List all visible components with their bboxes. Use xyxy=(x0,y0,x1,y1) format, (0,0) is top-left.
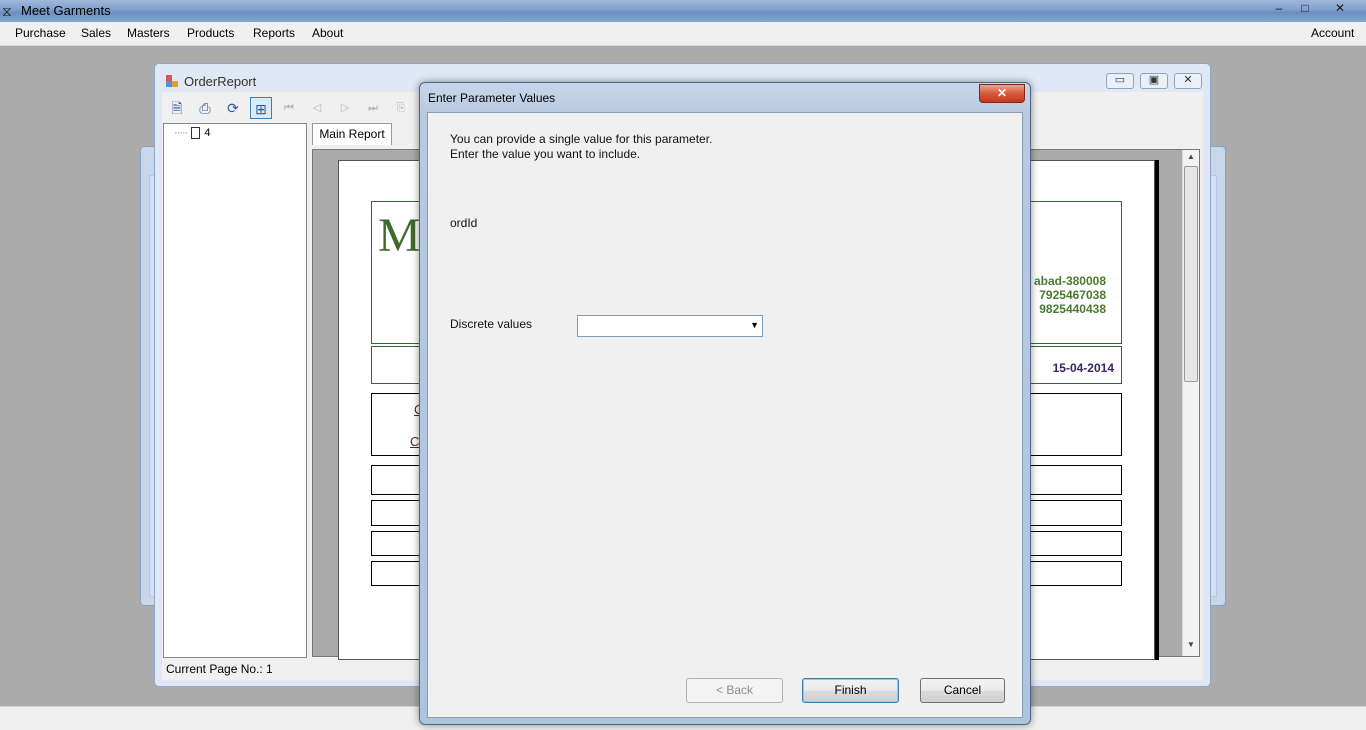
report-close-button[interactable]: ✕ xyxy=(1174,73,1202,89)
last-page-icon[interactable]: ⏭ xyxy=(362,97,384,119)
back-button[interactable]: < Back xyxy=(686,678,783,703)
report-window-title: OrderReport xyxy=(184,74,257,89)
menu-item-about[interactable]: About xyxy=(312,26,343,40)
parameter-name: ordId xyxy=(450,216,478,230)
tree-node-label: 4 xyxy=(204,127,211,139)
cancel-button[interactable]: Cancel xyxy=(920,678,1005,703)
report-window-icon xyxy=(166,75,178,87)
company-phone-2: 9825440438 xyxy=(1039,302,1106,316)
customer-link-2: C xyxy=(410,434,420,449)
scroll-up-icon[interactable]: ▲ xyxy=(1183,152,1199,166)
tree-connector: ····· xyxy=(174,127,188,139)
print-icon[interactable]: ⎙ xyxy=(194,97,216,119)
menu-item-masters[interactable]: Masters xyxy=(127,26,170,40)
company-logo: M xyxy=(378,209,421,262)
export-icon[interactable]: 🗎 xyxy=(166,97,188,119)
menu-item-sales[interactable]: Sales xyxy=(81,26,111,40)
parameter-dialog: Enter Parameter Values ✕ You can provide… xyxy=(419,82,1031,725)
dialog-close-button[interactable]: ✕ xyxy=(979,84,1025,103)
goto-page-icon[interactable]: ⎘ xyxy=(390,97,412,119)
menu-item-purchase[interactable]: Purchase xyxy=(15,26,66,40)
menu-item-reports[interactable]: Reports xyxy=(253,26,295,40)
refresh-icon[interactable]: ⟳ xyxy=(222,97,244,119)
close-button[interactable]: ✕ xyxy=(1318,0,1362,18)
discrete-values-combobox[interactable]: ▼ xyxy=(577,315,763,337)
tree-node[interactable]: ····· 4 xyxy=(174,127,210,139)
menu-bar: Purchase Sales Masters Products Reports … xyxy=(0,22,1366,46)
tab-main-report[interactable]: Main Report xyxy=(312,123,392,145)
app-title: Meet Garments xyxy=(21,3,111,18)
window-controls: – □ ✕ xyxy=(1266,0,1362,18)
dialog-info-line-1: You can provide a single value for this … xyxy=(450,132,713,146)
finish-button[interactable]: Finish xyxy=(802,678,899,703)
maximize-button[interactable]: □ xyxy=(1292,0,1318,18)
dialog-content: You can provide a single value for this … xyxy=(427,112,1023,718)
company-address: abad-380008 xyxy=(1033,274,1106,288)
toggle-tree-icon[interactable]: ⊞ xyxy=(250,97,272,119)
discrete-values-label: Discrete values xyxy=(450,317,533,331)
report-window-controls: ▭ ▣ ✕ xyxy=(1106,73,1202,89)
report-date: 15-04-2014 xyxy=(1052,361,1114,375)
report-minimize-button[interactable]: ▭ xyxy=(1106,73,1134,89)
page-icon xyxy=(191,127,201,139)
app-icon: ⧖ xyxy=(2,3,12,19)
first-page-icon[interactable]: ⏮ xyxy=(278,97,300,119)
previous-page-icon[interactable]: ◁ xyxy=(306,97,328,119)
chevron-down-icon[interactable]: ▼ xyxy=(750,320,759,330)
dialog-info-line-2: Enter the value you want to include. xyxy=(450,147,641,161)
scroll-down-icon[interactable]: ▼ xyxy=(1183,640,1199,654)
company-phone-1: 7925467038 xyxy=(1039,288,1106,302)
next-page-icon[interactable]: ▷ xyxy=(334,97,356,119)
scroll-thumb[interactable] xyxy=(1184,166,1198,382)
group-tree: ····· 4 xyxy=(163,123,307,658)
report-vertical-scrollbar[interactable]: ▲ ▼ xyxy=(1182,150,1199,656)
app-titlebar: ⧖ Meet Garments – □ ✕ xyxy=(0,0,1366,22)
report-maximize-button[interactable]: ▣ xyxy=(1140,73,1168,89)
dialog-title: Enter Parameter Values xyxy=(428,91,556,105)
minimize-button[interactable]: – xyxy=(1266,0,1292,18)
menu-item-account[interactable]: Account xyxy=(1311,26,1354,40)
menu-item-products[interactable]: Products xyxy=(187,26,234,40)
